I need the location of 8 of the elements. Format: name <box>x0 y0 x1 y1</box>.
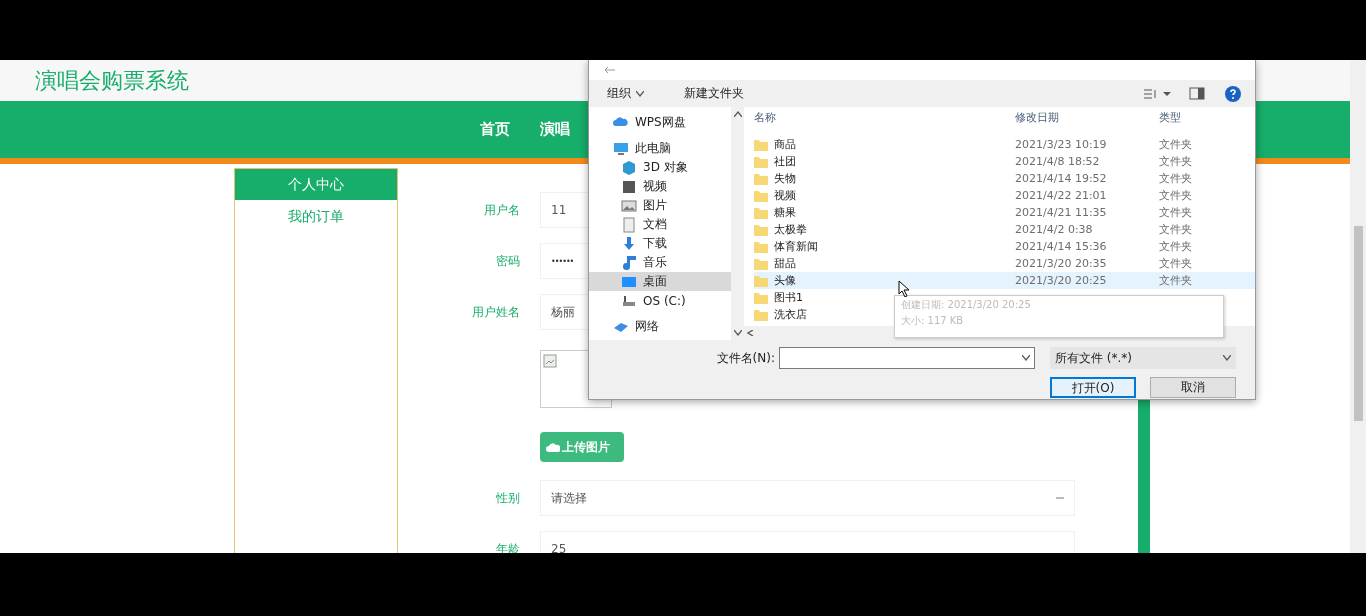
filename-label: 文件名(N): <box>715 349 776 367</box>
field-label: 性别 <box>495 489 520 507</box>
site-title: 演唱会购票系统 <box>35 66 189 95</box>
sidebar-title: 个人中心 <box>235 169 397 200</box>
field-label: 用户姓名 <box>471 303 520 321</box>
field-label: 用户名 <box>483 201 520 219</box>
field-label: 密码 <box>495 252 520 270</box>
tooltip-text: 大小: 117 KB <box>901 314 965 328</box>
